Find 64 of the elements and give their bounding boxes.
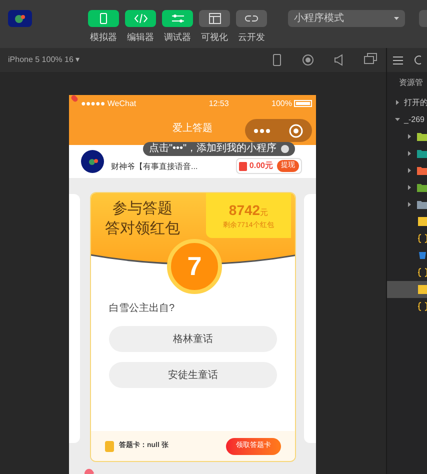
countdown-timer: 7 [167,239,222,294]
app-logo-icon [8,10,32,27]
mode-dropdown[interactable]: 小程序模式 [288,10,405,27]
caret-right-icon[interactable] [407,134,411,139]
windows-icon[interactable] [364,53,377,65]
toolbar-button[interactable] [162,10,193,27]
clock-text: 12:53 [208,98,229,110]
prize-unit: 元 [260,206,268,219]
sliders-icon [170,13,184,24]
toolbar-button[interactable] [125,10,156,27]
toolbar-button[interactable] [236,10,267,27]
answer-option[interactable]: 格林童话 [109,326,277,352]
user-name: 财神爷【有事直接语音... [111,161,198,173]
avatar [81,150,104,173]
panel-title: 资源管 [398,77,424,89]
link-icon [244,13,258,24]
question-text: 白雪公主出自? [109,302,176,316]
tree-item[interactable]: 打开的 [404,96,427,108]
banner-headline: 参与答题 [112,199,172,219]
js-file-icon [418,285,427,294]
caret-right-icon[interactable] [407,202,411,207]
prize-amount: 8742 [228,200,260,220]
caret-right-icon[interactable] [407,168,411,173]
close-target-icon[interactable] [288,124,303,138]
braces-icon [418,268,427,277]
caret-right-icon[interactable] [407,185,411,190]
leaf-icon [82,467,94,474]
toolbar-label: 模拟器 [90,31,117,44]
wallet-icon [239,162,248,170]
leaf-icon [70,95,79,103]
braces-icon [418,302,427,311]
toolbar-label: 云开发 [238,31,265,44]
js-file-icon [418,217,427,226]
nav-title: 爱上答题 [172,122,212,136]
caret-right-icon[interactable] [395,100,400,105]
css-file-icon [418,251,427,260]
battery-text: 100% [272,98,292,110]
tooltip-text: 点击"•••"，添加到我的小程序 [149,142,277,156]
capsule-menu[interactable] [245,119,312,142]
toolbar-label: 可视化 [201,31,228,44]
caret-icon [394,17,399,20]
braces-icon [418,234,427,243]
banner-headline: 答对领红包 [105,219,180,239]
layout-icon [208,13,222,24]
toolbar-label: 调试器 [164,31,191,44]
answer-option[interactable]: 安徒生童话 [109,362,277,388]
caret-right-icon[interactable] [407,151,411,156]
more-icon[interactable] [254,128,270,132]
card-icon [105,440,114,452]
tree-row[interactable] [387,281,427,298]
balance-text: 0.00元 [249,160,273,172]
toolbar-label: 编辑器 [127,31,154,44]
battery-icon [294,100,312,107]
code-icon [134,13,148,24]
record-icon[interactable] [302,54,314,66]
list-icon[interactable] [393,56,404,64]
carrier-text: ●●●●● WeChat [81,98,136,110]
toolbar-button[interactable] [88,10,119,27]
phone-icon[interactable] [273,54,281,66]
speaker-icon[interactable] [334,54,343,66]
device-selector[interactable]: iPhone 5 100% 16 ▾ [8,54,80,66]
caret-down-icon[interactable] [395,117,400,122]
toolbar-button[interactable] [199,10,230,27]
tree-item[interactable]: _-269 [404,114,424,126]
